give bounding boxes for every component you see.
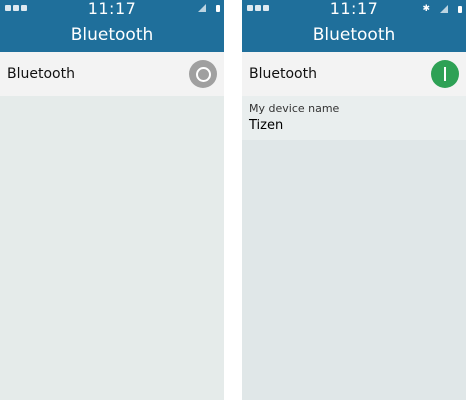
bluetooth-toggle-row[interactable]: Bluetooth (0, 52, 224, 96)
status-time: 11:17 (87, 0, 137, 18)
screen-bluetooth-off: 11:17 Bluetooth Bluetooth (0, 0, 224, 400)
bluetooth-toggle-row[interactable]: Bluetooth (242, 52, 466, 96)
battery-icon (216, 4, 220, 12)
bluetooth-toggle-switch[interactable] (431, 60, 459, 88)
bluetooth-toggle-label: Bluetooth (7, 66, 75, 82)
status-system-icons: ✱ (422, 4, 462, 14)
signal-icon (198, 4, 206, 12)
device-name-value: Tizen (249, 118, 284, 133)
battery-icon (458, 5, 462, 13)
page-title: Bluetooth (0, 18, 224, 52)
bluetooth-toggle-label: Bluetooth (249, 66, 317, 82)
screen-bluetooth-on: 11:17 ✱ Bluetooth Bluetooth My device na… (242, 0, 466, 400)
status-bar: 11:17 (0, 0, 224, 18)
signal-icon (440, 5, 448, 13)
device-name-item[interactable]: My device name Tizen (242, 96, 466, 140)
bluetooth-toggle-switch[interactable] (189, 60, 217, 88)
device-name-label: My device name (249, 102, 340, 115)
page-title: Bluetooth (242, 18, 466, 52)
bluetooth-icon: ✱ (422, 4, 430, 14)
status-system-icons (198, 4, 220, 12)
status-bar: 11:17 ✱ (242, 0, 466, 18)
